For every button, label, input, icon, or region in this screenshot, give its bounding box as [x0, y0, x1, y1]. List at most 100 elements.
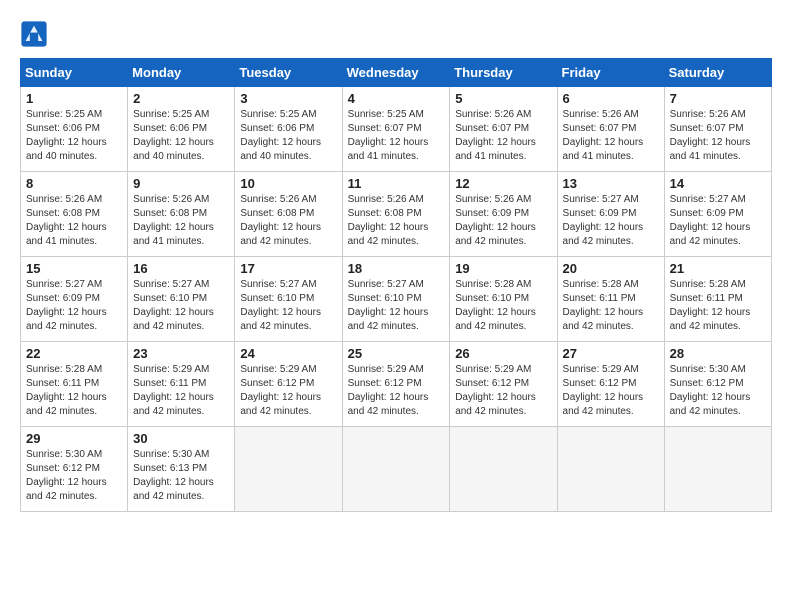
- calendar-cell: 23 Sunrise: 5:29 AM Sunset: 6:11 PM Dayli…: [128, 342, 235, 427]
- day-number: 30: [133, 431, 229, 446]
- header: [20, 20, 772, 48]
- weekday-header-tuesday: Tuesday: [235, 59, 342, 87]
- calendar-cell: 8Sunrise: 5:26 AM Sunset: 6:08 PM Daylig…: [21, 172, 128, 257]
- calendar-cell: 20 Sunrise: 5:28 AM Sunset: 6:11 PM Dayli…: [557, 257, 664, 342]
- day-number: 11: [348, 176, 445, 191]
- calendar-cell: 10 Sunrise: 5:26 AM Sunset: 6:08 PM Dayli…: [235, 172, 342, 257]
- week-row-3: 15Sunrise: 5:27 AM Sunset: 6:09 PM Dayli…: [21, 257, 772, 342]
- day-number: 26: [455, 346, 551, 361]
- weekday-header-monday: Monday: [128, 59, 235, 87]
- day-number: 16: [133, 261, 229, 276]
- day-info: Sunrise: 5:25 AM Sunset: 6:07 PM Dayligh…: [348, 108, 445, 164]
- calendar-cell: [235, 427, 342, 512]
- day-number: 25: [348, 346, 445, 361]
- day-info: Sunrise: 5:27 AM Sunset: 6:09 PM Dayligh…: [670, 193, 766, 249]
- calendar-cell: 21 Sunrise: 5:28 AM Sunset: 6:11 PM Dayli…: [664, 257, 771, 342]
- calendar-header: SundayMondayTuesdayWednesdayThursdayFrid…: [21, 59, 772, 87]
- day-info: Sunrise: 5:26 AM Sunset: 6:09 PM Dayligh…: [455, 193, 551, 249]
- day-number: 15: [26, 261, 122, 276]
- day-info: Sunrise: 5:30 AM Sunset: 6:13 PM Dayligh…: [133, 448, 229, 504]
- calendar-cell: 13 Sunrise: 5:27 AM Sunset: 6:09 PM Dayli…: [557, 172, 664, 257]
- calendar-cell: 15Sunrise: 5:27 AM Sunset: 6:09 PM Dayli…: [21, 257, 128, 342]
- day-info: Sunrise: 5:28 AM Sunset: 6:11 PM Dayligh…: [563, 278, 659, 334]
- calendar-cell: 2 Sunrise: 5:25 AM Sunset: 6:06 PM Daylig…: [128, 87, 235, 172]
- calendar-cell: 7 Sunrise: 5:26 AM Sunset: 6:07 PM Daylig…: [664, 87, 771, 172]
- weekday-header-thursday: Thursday: [450, 59, 557, 87]
- day-info: Sunrise: 5:25 AM Sunset: 6:06 PM Dayligh…: [240, 108, 336, 164]
- calendar-cell: 29 Sunrise: 5:30 AM Sunset: 6:12 PM Dayli…: [21, 427, 128, 512]
- day-number: 7: [670, 91, 766, 106]
- day-number: 4: [348, 91, 445, 106]
- day-info: Sunrise: 5:26 AM Sunset: 6:07 PM Dayligh…: [455, 108, 551, 164]
- calendar-cell: 11 Sunrise: 5:26 AM Sunset: 6:08 PM Dayli…: [342, 172, 450, 257]
- calendar-body: 1 Sunrise: 5:25 AM Sunset: 6:06 PM Daylig…: [21, 87, 772, 512]
- calendar-cell: 16 Sunrise: 5:27 AM Sunset: 6:10 PM Dayli…: [128, 257, 235, 342]
- day-number: 2: [133, 91, 229, 106]
- day-number: 20: [563, 261, 659, 276]
- day-info: Sunrise: 5:30 AM Sunset: 6:12 PM Dayligh…: [26, 448, 122, 504]
- calendar-table: SundayMondayTuesdayWednesdayThursdayFrid…: [20, 58, 772, 512]
- calendar-cell: 18 Sunrise: 5:27 AM Sunset: 6:10 PM Dayli…: [342, 257, 450, 342]
- day-number: 5: [455, 91, 551, 106]
- day-number: 19: [455, 261, 551, 276]
- day-number: 17: [240, 261, 336, 276]
- day-info: Sunrise: 5:26 AM Sunset: 6:08 PM Dayligh…: [348, 193, 445, 249]
- day-info: Sunrise: 5:27 AM Sunset: 6:10 PM Dayligh…: [348, 278, 445, 334]
- day-info: Sunrise: 5:27 AM Sunset: 6:10 PM Dayligh…: [133, 278, 229, 334]
- day-info: Sunrise: 5:29 AM Sunset: 6:12 PM Dayligh…: [240, 363, 336, 419]
- day-number: 24: [240, 346, 336, 361]
- day-info: Sunrise: 5:27 AM Sunset: 6:09 PM Dayligh…: [563, 193, 659, 249]
- calendar-cell: 22 Sunrise: 5:28 AM Sunset: 6:11 PM Dayli…: [21, 342, 128, 427]
- day-info: Sunrise: 5:29 AM Sunset: 6:12 PM Dayligh…: [455, 363, 551, 419]
- day-number: 29: [26, 431, 122, 446]
- day-number: 27: [563, 346, 659, 361]
- calendar-cell: 6Sunrise: 5:26 AM Sunset: 6:07 PM Daylig…: [557, 87, 664, 172]
- week-row-2: 8 Sunrise: 5:26 AM Sunset: 6:08 PM Daylig…: [21, 172, 772, 257]
- weekday-header-sunday: Sunday: [21, 59, 128, 87]
- day-info: Sunrise: 5:26 AM Sunset: 6:07 PM Dayligh…: [670, 108, 766, 164]
- day-number: 10: [240, 176, 336, 191]
- calendar-cell: [557, 427, 664, 512]
- calendar-cell: 24 Sunrise: 5:29 AM Sunset: 6:12 PM Dayli…: [235, 342, 342, 427]
- calendar-cell: 9Sunrise: 5:26 AM Sunset: 6:08 PM Daylig…: [128, 172, 235, 257]
- calendar-cell: 1 Sunrise: 5:25 AM Sunset: 6:06 PM Daylig…: [21, 87, 128, 172]
- calendar-cell: 17 Sunrise: 5:27 AM Sunset: 6:10 PM Dayli…: [235, 257, 342, 342]
- weekday-header-wednesday: Wednesday: [342, 59, 450, 87]
- day-info: Sunrise: 5:27 AM Sunset: 6:10 PM Dayligh…: [240, 278, 336, 334]
- day-info: Sunrise: 5:25 AM Sunset: 6:06 PM Dayligh…: [133, 108, 229, 164]
- day-number: 12: [455, 176, 551, 191]
- day-info: Sunrise: 5:28 AM Sunset: 6:11 PM Dayligh…: [26, 363, 122, 419]
- day-number: 13: [563, 176, 659, 191]
- calendar-cell: 3 Sunrise: 5:25 AM Sunset: 6:06 PM Daylig…: [235, 87, 342, 172]
- calendar-cell: [664, 427, 771, 512]
- day-number: 8: [26, 176, 122, 191]
- day-info: Sunrise: 5:28 AM Sunset: 6:10 PM Dayligh…: [455, 278, 551, 334]
- calendar-cell: 27Sunrise: 5:29 AM Sunset: 6:12 PM Dayli…: [557, 342, 664, 427]
- day-info: Sunrise: 5:25 AM Sunset: 6:06 PM Dayligh…: [26, 108, 122, 164]
- week-row-5: 29 Sunrise: 5:30 AM Sunset: 6:12 PM Dayli…: [21, 427, 772, 512]
- day-info: Sunrise: 5:30 AM Sunset: 6:12 PM Dayligh…: [670, 363, 766, 419]
- day-info: Sunrise: 5:29 AM Sunset: 6:11 PM Dayligh…: [133, 363, 229, 419]
- calendar-cell: 26 Sunrise: 5:29 AM Sunset: 6:12 PM Dayli…: [450, 342, 557, 427]
- day-number: 23: [133, 346, 229, 361]
- day-number: 21: [670, 261, 766, 276]
- day-info: Sunrise: 5:26 AM Sunset: 6:08 PM Dayligh…: [240, 193, 336, 249]
- day-info: Sunrise: 5:28 AM Sunset: 6:11 PM Dayligh…: [670, 278, 766, 334]
- calendar-cell: 5 Sunrise: 5:26 AM Sunset: 6:07 PM Daylig…: [450, 87, 557, 172]
- day-number: 6: [563, 91, 659, 106]
- calendar-cell: 19 Sunrise: 5:28 AM Sunset: 6:10 PM Dayli…: [450, 257, 557, 342]
- logo-icon: [20, 20, 48, 48]
- day-info: Sunrise: 5:26 AM Sunset: 6:08 PM Dayligh…: [133, 193, 229, 249]
- day-number: 14: [670, 176, 766, 191]
- day-number: 22: [26, 346, 122, 361]
- calendar-cell: [450, 427, 557, 512]
- calendar-cell: 28Sunrise: 5:30 AM Sunset: 6:12 PM Dayli…: [664, 342, 771, 427]
- weekday-header-row: SundayMondayTuesdayWednesdayThursdayFrid…: [21, 59, 772, 87]
- calendar-cell: [342, 427, 450, 512]
- day-number: 3: [240, 91, 336, 106]
- week-row-4: 22 Sunrise: 5:28 AM Sunset: 6:11 PM Dayli…: [21, 342, 772, 427]
- day-number: 18: [348, 261, 445, 276]
- day-number: 1: [26, 91, 122, 106]
- calendar-cell: 25Sunrise: 5:29 AM Sunset: 6:12 PM Dayli…: [342, 342, 450, 427]
- weekday-header-friday: Friday: [557, 59, 664, 87]
